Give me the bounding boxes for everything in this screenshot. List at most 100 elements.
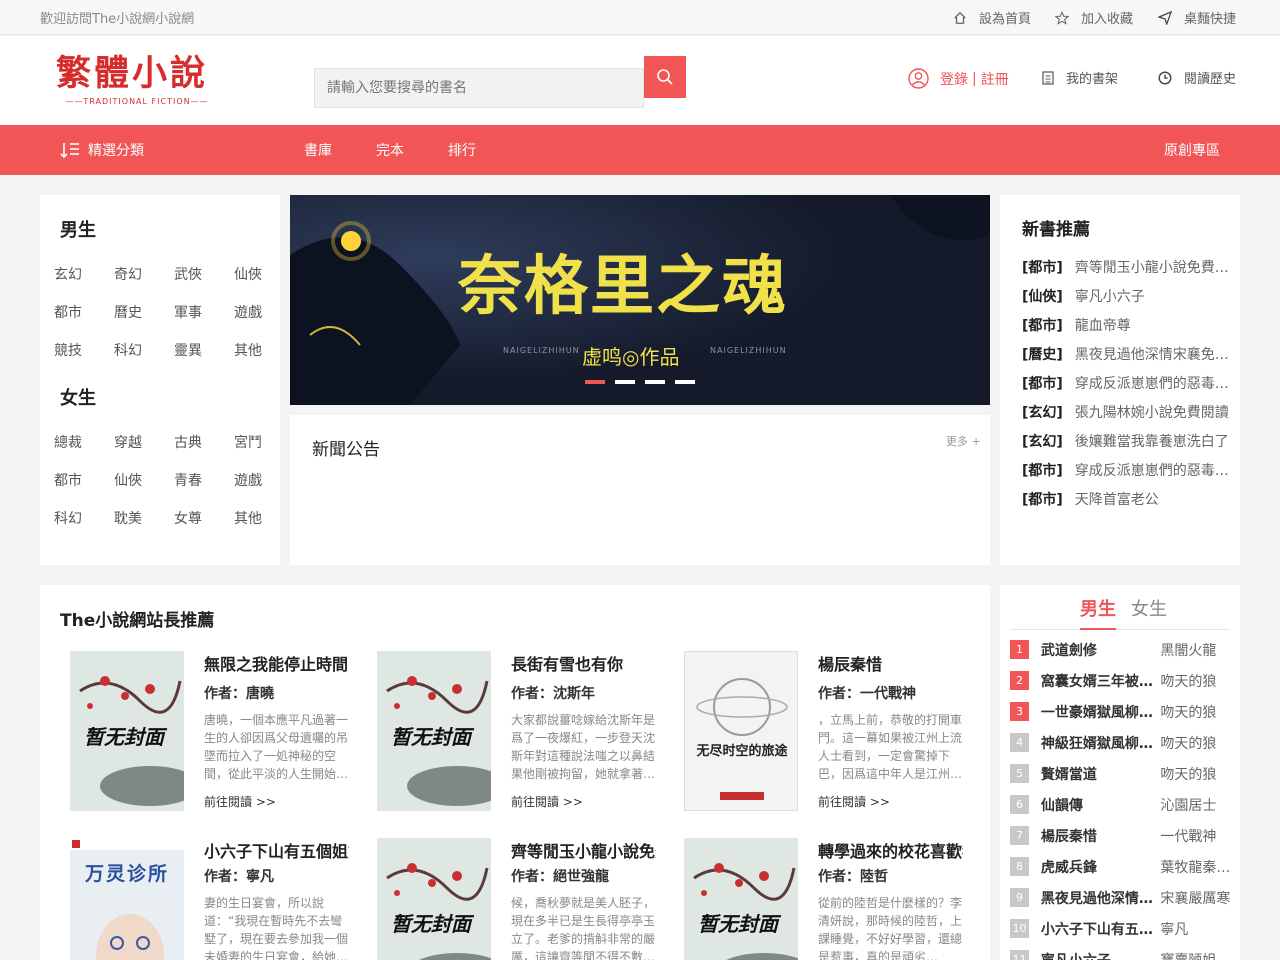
new-book-item[interactable]: [都市] 穿成反派崽崽們的惡毒後媽 (1022, 373, 1232, 393)
desktop-shortcut-link[interactable]: 桌麵快捷 (1158, 8, 1236, 27)
book-title[interactable]: 轉學過來的校花喜歡我 (818, 838, 963, 862)
carousel-dot-4[interactable] (675, 380, 695, 384)
new-book-tag: [玄幻] (1022, 434, 1063, 450)
nav-complete[interactable]: 完本 (376, 140, 404, 160)
set-home-link[interactable]: 設為首頁 (953, 8, 1031, 27)
search-button[interactable] (644, 56, 686, 98)
history-link[interactable]: 閱讀歷史 (1158, 68, 1236, 87)
new-book-title: 龍血帝尊 (1074, 318, 1131, 334)
new-book-title: 黑夜見過他深情宋襄免費閱讀 (1074, 347, 1232, 363)
rank-number: 6 (1010, 795, 1029, 814)
book-cover[interactable]: 暂无封面 (70, 651, 184, 811)
book-cover[interactable]: 无尽时空的旅途 (684, 651, 798, 811)
register-link[interactable]: 註冊 (981, 69, 1009, 89)
nav-ranking[interactable]: 排行 (448, 140, 476, 160)
category-link[interactable]: 都市 (54, 470, 114, 490)
login-register: 登錄 | 註冊 (908, 68, 1009, 89)
ranking-row[interactable]: 1 武道劍修 黑闇火龍 (1010, 634, 1232, 665)
banner-carousel[interactable]: 奈格里之魂 虚鸣◎作品 NAIGELIZHIHUN NAIGELIZHIHUN (290, 195, 990, 405)
category-link[interactable]: 女尊 (174, 508, 234, 528)
category-link[interactable]: 武俠 (174, 264, 234, 284)
nav-categories[interactable]: 精選分類 (60, 140, 144, 160)
cover-placeholder-text: 暂无封面 (84, 725, 164, 749)
header: 繁體小說 ——TRADITIONAL FICTION—— 登錄 | 註冊 我的書… (0, 36, 1280, 125)
new-book-tag: [都市] (1022, 376, 1063, 392)
bookshelf-link[interactable]: 我的書架 (1042, 68, 1118, 87)
login-link[interactable]: 登錄 (940, 69, 968, 89)
new-book-tag: [都市] (1022, 463, 1063, 479)
ranking-row[interactable]: 6 仙韻傳 沁園居士 (1010, 789, 1232, 820)
category-link[interactable]: 奇幻 (114, 264, 174, 284)
category-link[interactable]: 遊戲 (234, 302, 284, 322)
book-title[interactable]: 無限之我能停止時間 (204, 651, 349, 675)
new-book-item[interactable]: [玄幻] 張九陽林婉小說免費閱讀 (1022, 402, 1232, 422)
ranking-tab-male[interactable]: 男生 (1080, 595, 1116, 621)
book-title[interactable]: 楊辰秦惜 (818, 651, 963, 675)
book-title[interactable]: 小六子下山有五個姐姐 (204, 838, 349, 862)
banner-subtitle: 虚鸣◎作品 (582, 345, 680, 369)
ranking-row[interactable]: 8 虎威兵鋒 葉牧龍秦無雙 (1010, 851, 1232, 882)
carousel-dot-3[interactable] (645, 380, 665, 384)
category-link[interactable]: 穿越 (114, 432, 174, 452)
book-cover[interactable]: 暂无封面 (684, 838, 798, 960)
new-book-item[interactable]: [都市] 天降首富老公 (1022, 489, 1232, 509)
category-link[interactable]: 總裁 (54, 432, 114, 452)
new-book-item[interactable]: [曆史] 黑夜見過他深情宋襄免費閱讀 (1022, 344, 1232, 364)
book-title[interactable]: 齊等閒玉小龍小說免費下載 (511, 838, 656, 862)
category-link[interactable]: 耽美 (114, 508, 174, 528)
book-cover[interactable]: 暂无封面 (377, 651, 491, 811)
add-favorite-link[interactable]: 加入收藏 (1055, 8, 1133, 27)
set-home-label: 設為首頁 (979, 12, 1032, 27)
ranking-row[interactable]: 11 寧凡小六子寶賣陋姐 (1010, 944, 1232, 960)
new-books-panel: 新書推薦 [都市] 齊等閒玉小龍小說免費下載 [仙俠] 寧凡小六子 [都市] 龍血帝尊… (1000, 195, 1240, 565)
carousel-dot-2[interactable] (615, 380, 635, 384)
new-book-title: 寧凡小六子 (1074, 289, 1145, 305)
book-cover[interactable]: 暂无封面 (377, 838, 491, 960)
category-link[interactable]: 軍事 (174, 302, 234, 322)
search-input[interactable] (314, 68, 644, 108)
category-link[interactable]: 青春 (174, 470, 234, 490)
category-link[interactable]: 其他 (234, 508, 284, 528)
category-link[interactable]: 都市 (54, 302, 114, 322)
category-link[interactable]: 仙俠 (114, 470, 174, 490)
new-book-item[interactable]: [仙俠] 寧凡小六子 (1022, 286, 1232, 306)
read-more-link[interactable]: 前往閱讀 >> (204, 793, 276, 810)
carousel-dot-1[interactable] (585, 380, 605, 384)
category-link[interactable]: 仙俠 (234, 264, 284, 284)
nav-original[interactable]: 原創專區 (1164, 140, 1220, 160)
category-link[interactable]: 其他 (234, 340, 284, 360)
new-book-tag: [曆史] (1022, 347, 1063, 363)
category-link[interactable]: 玄幻 (54, 264, 114, 284)
category-link[interactable]: 靈異 (174, 340, 234, 360)
new-book-item[interactable]: [都市] 齊等閒玉小龍小說免費下載 (1022, 257, 1232, 277)
ranking-row[interactable]: 4 神級狂婿獄風柳如霜 吻天的狼 (1010, 727, 1232, 758)
new-book-item[interactable]: [都市] 穿成反派崽崽們的惡毒後媽 (1022, 460, 1232, 480)
new-book-item[interactable]: [玄幻] 後孃難當我靠養崽洗白了 (1022, 431, 1232, 451)
read-more-link[interactable]: 前往閱讀 >> (511, 793, 583, 810)
ranking-row[interactable]: 2 窩囊女婿三年被羞辱 吻天的狼 (1010, 665, 1232, 696)
ranking-row[interactable]: 5 贅婿當道 吻天的狼 (1010, 758, 1232, 789)
category-link[interactable]: 科幻 (114, 340, 174, 360)
new-book-title: 穿成反派崽崽們的惡毒後媽 (1074, 376, 1232, 392)
category-link[interactable]: 曆史 (114, 302, 174, 322)
category-link[interactable]: 古典 (174, 432, 234, 452)
read-more-link[interactable]: 前往閱讀 >> (818, 793, 890, 810)
book-cover[interactable]: 万灵诊所 (70, 838, 184, 960)
book-title[interactable]: 長街有雪也有你 (511, 651, 656, 675)
new-book-item[interactable]: [都市] 龍血帝尊 (1022, 315, 1232, 335)
rank-number: 3 (1010, 702, 1029, 721)
ranking-row[interactable]: 9 黑夜見過他深情宋襄 宋襄嚴厲寒 (1010, 882, 1232, 913)
ranking-tab-female[interactable]: 女生 (1131, 595, 1167, 621)
nav-library[interactable]: 書庫 (304, 140, 332, 160)
site-logo[interactable]: 繁體小說 ——TRADITIONAL FICTION—— (56, 54, 218, 112)
ranking-row[interactable]: 10 小六子下山有五個姐姐寧凡 (1010, 913, 1232, 944)
rank-title: 神級狂婿獄風柳如霜 (1040, 735, 1161, 752)
category-link[interactable]: 宮鬥 (234, 432, 284, 452)
ranking-row[interactable]: 7 楊辰秦惜 一代戰神 (1010, 820, 1232, 851)
category-link[interactable]: 競技 (54, 340, 114, 360)
category-link[interactable]: 遊戲 (234, 470, 284, 490)
category-link[interactable]: 科幻 (54, 508, 114, 528)
news-heading: 新聞公告 (312, 440, 380, 460)
news-more-link[interactable]: 更多 + (946, 433, 981, 449)
ranking-row[interactable]: 3 一世豪婿獄風柳如霜 吻天的狼 (1010, 696, 1232, 727)
